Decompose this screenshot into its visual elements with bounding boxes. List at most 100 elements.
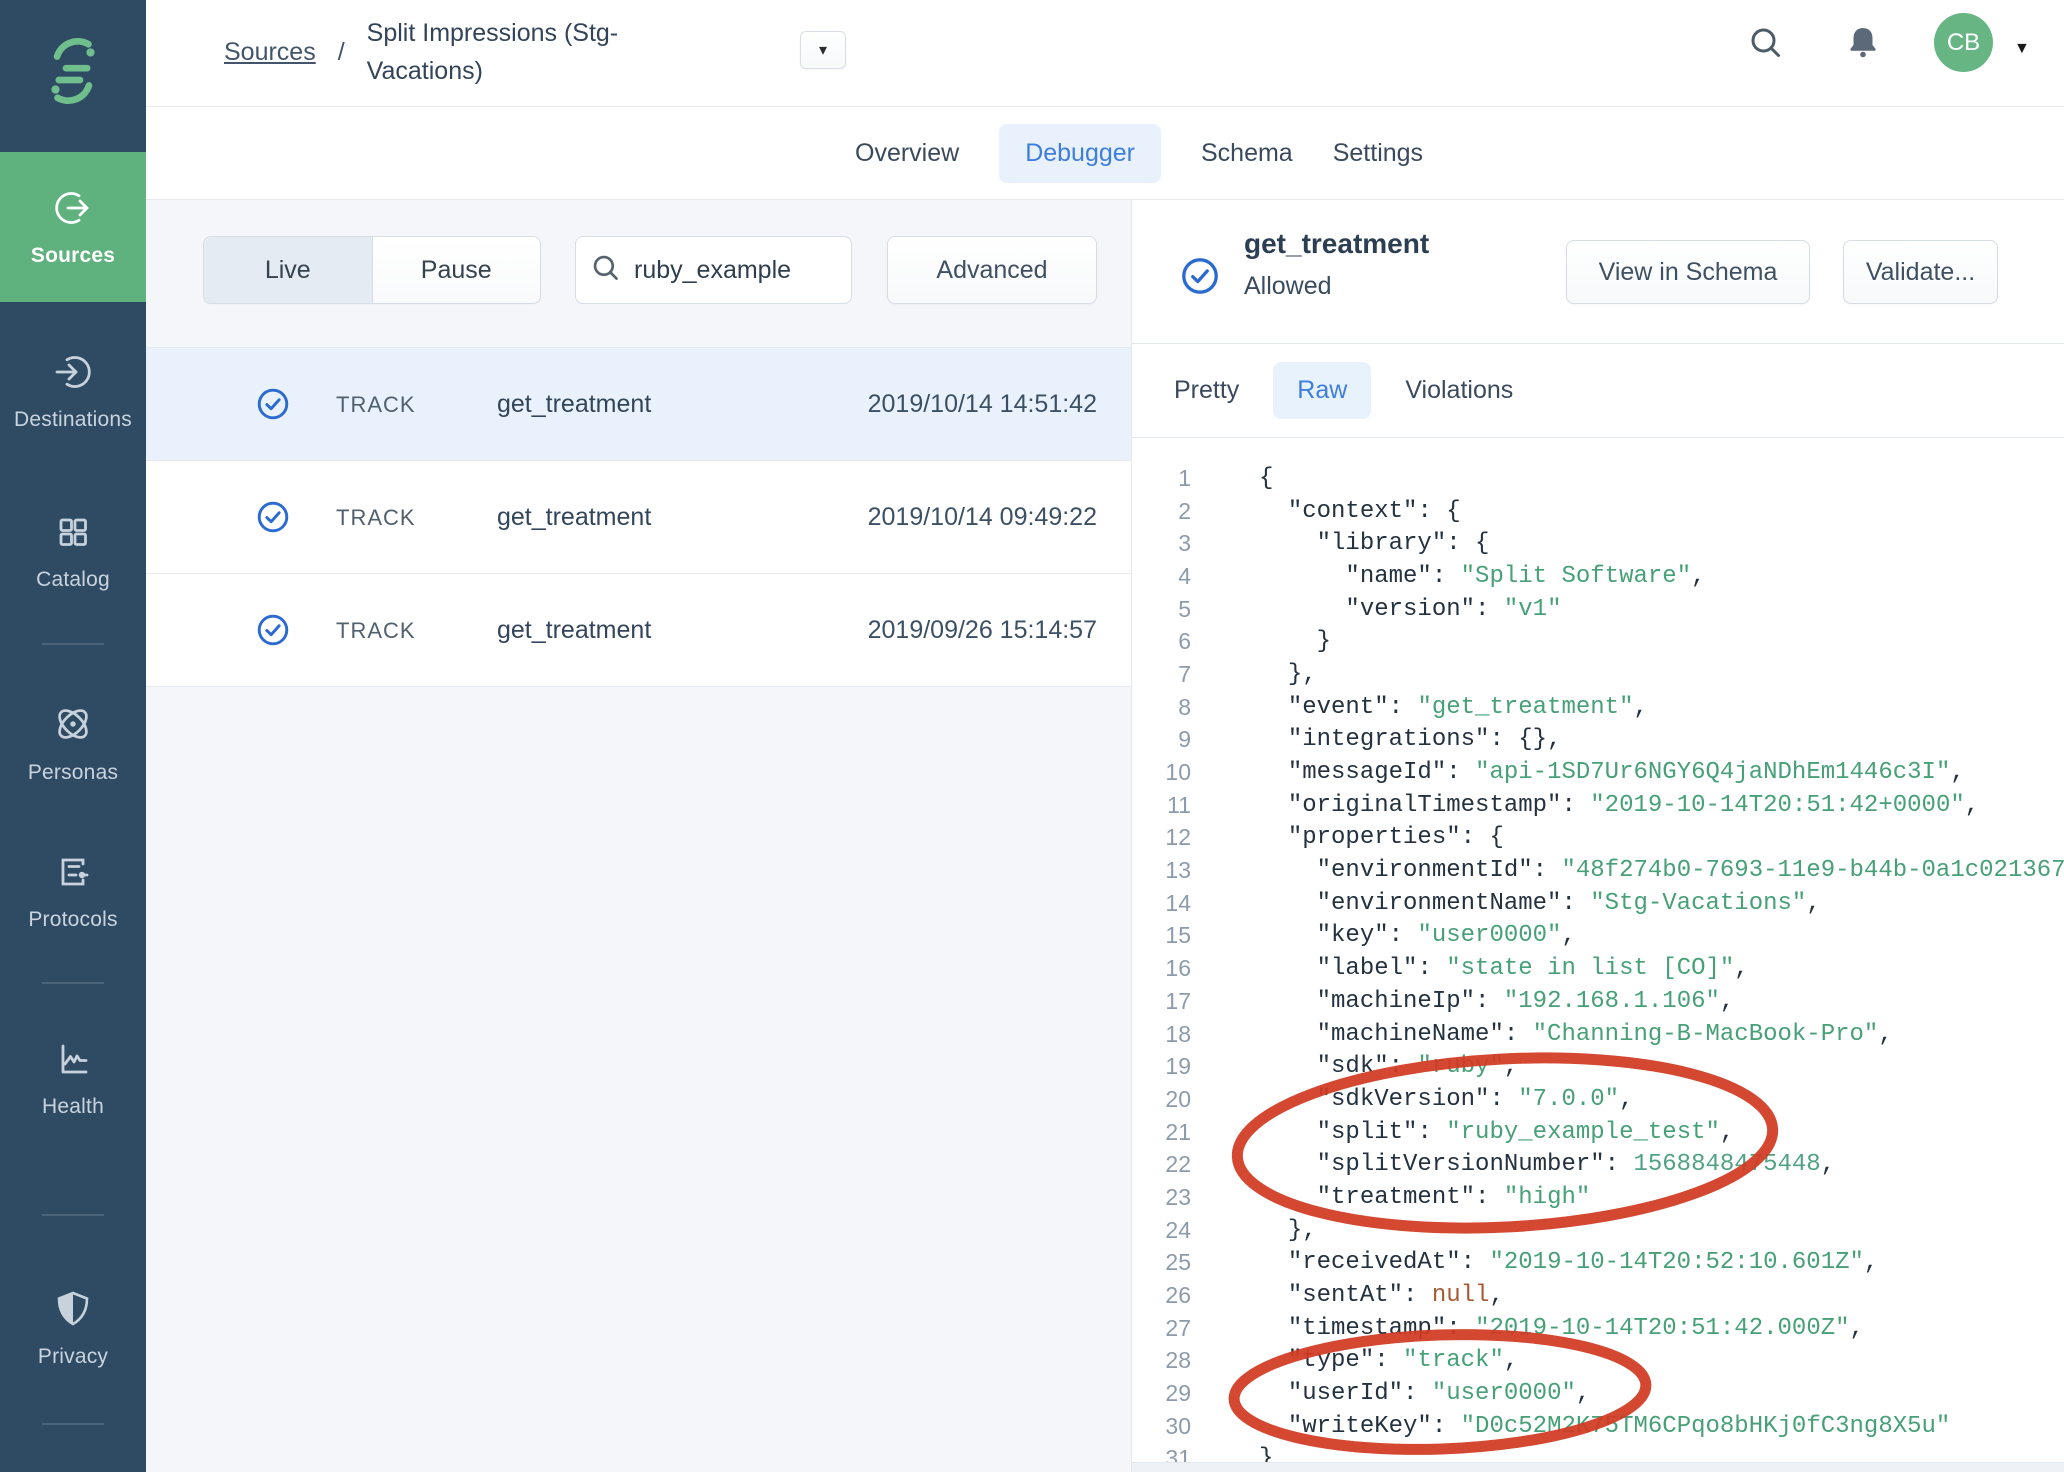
event-row-3[interactable]: TRACKget_treatment2019/09/26 15:14:57 — [146, 574, 1131, 687]
event-search-box — [575, 236, 852, 304]
code-line-21: 21 "split": "ruby_example_test", — [1132, 1116, 2064, 1149]
code-line-5: 5 "version": "v1" — [1132, 593, 2064, 626]
code-line-16: 16 "label": "state in list [CO]", — [1132, 952, 2064, 985]
event-type: TRACK — [336, 392, 416, 418]
code-text: "sdk": "ruby", — [1259, 1053, 1518, 1080]
line-number: 13 — [1132, 857, 1191, 884]
event-row-1[interactable]: TRACK get_treatment 2019/10/14 14:51:42 — [146, 348, 1131, 461]
tab-debugger[interactable]: Debugger — [999, 124, 1161, 183]
code-line-14: 14 "environmentName": "Stg-Vacations", — [1132, 887, 2064, 920]
tab-schema[interactable]: Schema — [1201, 124, 1293, 183]
tab-overview[interactable]: Overview — [855, 124, 959, 183]
view-in-schema-button[interactable]: View in Schema — [1566, 240, 1810, 304]
code-text: "sdkVersion": "7.0.0", — [1259, 1086, 1633, 1113]
sidebar-nav: Sources Destinations Catalog Personas Protoc… — [0, 152, 146, 1425]
avatar[interactable]: CB — [1934, 13, 1993, 72]
event-name: get_treatment — [497, 390, 651, 419]
code-text: "machineName": "Channing-B-MacBook-Pro", — [1259, 1021, 1893, 1048]
code-line-11: 11 "originalTimestamp": "2019-10-14T20:5… — [1132, 789, 2064, 822]
event-name: get_treatment — [497, 503, 651, 532]
search-icon[interactable] — [1747, 24, 1785, 67]
view-tab-raw[interactable]: Raw — [1273, 362, 1371, 419]
tab-settings[interactable]: Settings — [1333, 124, 1423, 183]
validate-button[interactable]: Validate... — [1843, 240, 1998, 304]
breadcrumb-sources-link[interactable]: Sources — [224, 38, 316, 67]
sidebar-item-sources[interactable]: Sources — [0, 152, 146, 302]
line-number: 22 — [1132, 1151, 1191, 1178]
bell-icon[interactable] — [1843, 23, 1883, 68]
code-line-29: 29 "userId": "user0000", — [1132, 1377, 2064, 1410]
protocols-icon — [51, 850, 95, 899]
advanced-button[interactable]: Advanced — [887, 236, 1097, 304]
view-tab-violations[interactable]: Violations — [1405, 362, 1513, 419]
payload-view-tabs: Pretty Raw Violations — [1132, 343, 2064, 438]
pause-toggle-button[interactable]: Pause — [372, 237, 541, 303]
line-number: 2 — [1132, 498, 1191, 525]
code-line-1: 1{ — [1132, 462, 2064, 495]
code-line-2: 2 "context": { — [1132, 495, 2064, 528]
sidebar-item-destinations[interactable]: Destinations — [0, 335, 146, 447]
code-line-20: 20 "sdkVersion": "7.0.0", — [1132, 1083, 2064, 1116]
source-switcher-button[interactable]: ▾ — [800, 31, 846, 69]
code-text: "split": "ruby_example_test", — [1259, 1119, 1734, 1146]
account-menu-caret-icon[interactable]: ▼ — [2014, 40, 2030, 58]
app-root: Sources Destinations Catalog Personas Protoc… — [0, 0, 2064, 1472]
code-text: "key": "user0000", — [1259, 922, 1576, 949]
check-circle-icon — [256, 500, 290, 539]
sidebar-item-label: Privacy — [38, 1345, 108, 1369]
brand-logo[interactable] — [0, 0, 146, 146]
sidebar-item-personas[interactable]: Personas — [0, 687, 146, 799]
sidebar-item-label: Personas — [28, 761, 118, 785]
event-list-panel: Live Pause Advanced TRACKget_treatment20… — [146, 200, 1131, 1472]
line-number: 1 — [1132, 465, 1191, 492]
line-number: 5 — [1132, 596, 1191, 623]
event-row-2[interactable]: TRACKget_treatment2019/10/14 09:49:22 — [146, 461, 1131, 574]
code-text: } — [1259, 628, 1331, 655]
code-text: "version": "v1" — [1259, 596, 1561, 623]
code-line-27: 27 "timestamp": "2019-10-14T20:51:42.000… — [1132, 1312, 2064, 1345]
code-line-18: 18 "machineName": "Channing-B-MacBook-Pr… — [1132, 1018, 2064, 1051]
code-text: "receivedAt": "2019-10-14T20:52:10.601Z"… — [1259, 1249, 1878, 1276]
code-text: "originalTimestamp": "2019-10-14T20:51:4… — [1259, 792, 1979, 819]
live-toggle-button[interactable]: Live — [204, 237, 372, 303]
code-line-28: 28 "type": "track", — [1132, 1345, 2064, 1378]
sidebar-item-protocols[interactable]: Protocols — [0, 835, 146, 947]
line-number: 8 — [1132, 694, 1191, 721]
view-tab-pretty[interactable]: Pretty — [1174, 362, 1239, 419]
code-text: "machineIp": "192.168.1.106", — [1259, 988, 1734, 1015]
sidebar-item-privacy[interactable]: Privacy — [0, 1272, 146, 1384]
code-line-4: 4 "name": "Split Software", — [1132, 560, 2064, 593]
line-number: 19 — [1132, 1053, 1191, 1080]
code-text: "splitVersionNumber": 1568848475448, — [1259, 1151, 1835, 1178]
event-timestamp: 2019/09/26 15:14:57 — [868, 616, 1097, 645]
code-text: "userId": "user0000", — [1259, 1380, 1590, 1407]
tab-bar: Overview Debugger Schema Settings — [146, 108, 2064, 200]
code-text: "name": "Split Software", — [1259, 563, 1706, 590]
code-text: "integrations": {}, — [1259, 726, 1561, 753]
code-text: }, — [1259, 1217, 1317, 1244]
privacy-icon — [51, 1287, 95, 1336]
code-line-19: 19 "sdk": "ruby", — [1132, 1050, 2064, 1083]
code-text: "context": { — [1259, 498, 1461, 525]
sidebar-item-health[interactable]: Health — [0, 1022, 146, 1134]
line-number: 3 — [1132, 530, 1191, 557]
code-text: "sentAt": null, — [1259, 1282, 1504, 1309]
code-line-17: 17 "machineIp": "192.168.1.106", — [1132, 985, 2064, 1018]
health-icon — [51, 1037, 95, 1086]
line-number: 21 — [1132, 1119, 1191, 1146]
sidebar-item-label: Destinations — [14, 408, 132, 432]
code-text: { — [1259, 465, 1273, 492]
code-text: "treatment": "high" — [1259, 1184, 1590, 1211]
code-line-23: 23 "treatment": "high" — [1132, 1181, 2064, 1214]
line-number: 18 — [1132, 1021, 1191, 1048]
line-number: 17 — [1132, 988, 1191, 1015]
json-viewer: 1{2 "context": {3 "library": {4 "name": … — [1132, 439, 2064, 1462]
check-circle-icon — [1180, 256, 1220, 301]
event-search-input[interactable] — [634, 256, 837, 285]
code-text: "properties": { — [1259, 824, 1504, 851]
personas-icon — [50, 701, 96, 752]
code-text: } — [1259, 1445, 1273, 1462]
sidebar-item-catalog[interactable]: Catalog — [0, 495, 146, 607]
event-timestamp: 2019/10/14 14:51:42 — [868, 390, 1097, 419]
line-number: 14 — [1132, 890, 1191, 917]
